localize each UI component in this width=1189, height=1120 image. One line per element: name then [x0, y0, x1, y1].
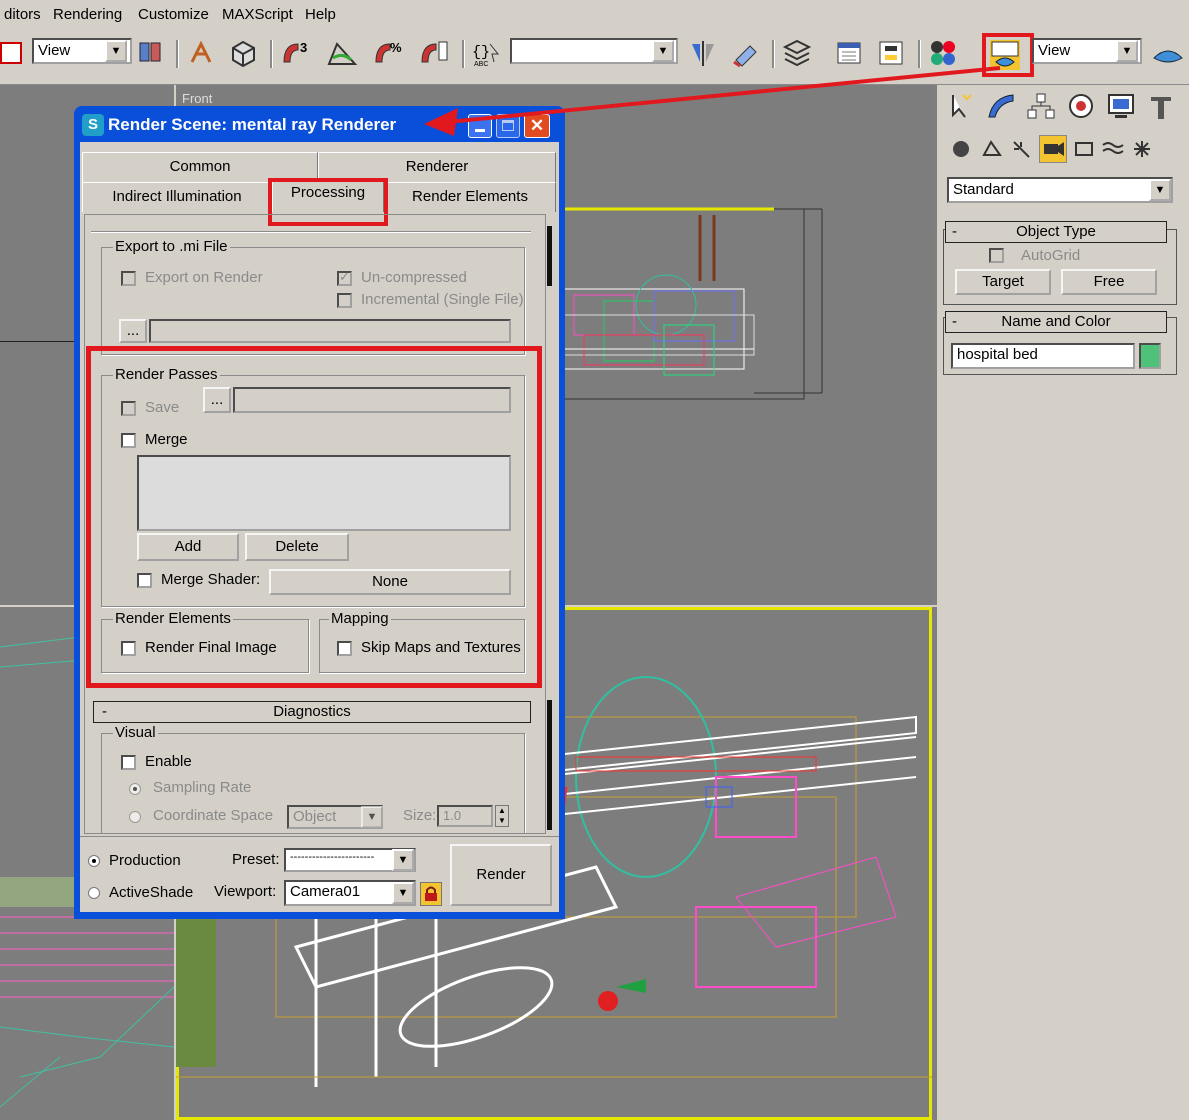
- angle-snap-icon[interactable]: [325, 38, 358, 68]
- viewport-label: Front: [182, 91, 213, 106]
- uncompressed-label: Un-compressed: [361, 269, 467, 286]
- hierarchy-tab-icon[interactable]: [1025, 91, 1059, 121]
- render-button[interactable]: Render: [450, 844, 552, 906]
- coordinate-space-label: Coordinate Space: [153, 807, 274, 824]
- category-dropdown[interactable]: Standard: [947, 177, 1173, 203]
- uncompressed-checkbox[interactable]: [337, 269, 352, 286]
- menu-customize[interactable]: Customize: [138, 6, 209, 23]
- chevron-down-icon[interactable]: ▼: [361, 806, 383, 828]
- space-warps-icon[interactable]: [1101, 139, 1125, 163]
- size-label: Size:: [403, 807, 437, 824]
- chevron-down-icon[interactable]: ▼: [105, 40, 127, 62]
- activeshade-radio[interactable]: [88, 887, 100, 899]
- coordinate-space-radio[interactable]: [129, 811, 141, 823]
- name-color-header[interactable]: - Name and Color: [945, 311, 1167, 333]
- tab-render-elements[interactable]: Render Elements: [384, 182, 556, 212]
- menu-bar: ditors Rendering Customize MAXScript Hel…: [0, 0, 1189, 30]
- sampling-rate-radio[interactable]: [129, 783, 141, 795]
- chevron-down-icon[interactable]: ▼: [1149, 179, 1171, 201]
- diagnostics-enable-label: Enable: [145, 753, 192, 770]
- tab-indirect-illumination[interactable]: Indirect Illumination: [82, 182, 272, 212]
- select-manipulate-icon[interactable]: [186, 38, 216, 68]
- quick-render-icon[interactable]: [1150, 38, 1183, 68]
- max-app-icon: S: [82, 114, 104, 136]
- lock-icon[interactable]: [420, 882, 442, 906]
- scrollbar-track[interactable]: [546, 224, 554, 834]
- svg-text:{}: {}: [472, 44, 490, 61]
- object-color-swatch[interactable]: [1139, 343, 1161, 369]
- export-path-field[interactable]: [149, 319, 511, 343]
- size-spinner-icon[interactable]: ▲ ▼: [495, 805, 509, 827]
- export-browse-button[interactable]: ...: [119, 319, 147, 343]
- menu-maxscript[interactable]: MAXScript: [222, 6, 293, 23]
- motion-tab-icon[interactable]: [1065, 91, 1099, 121]
- svg-text:%: %: [390, 40, 402, 55]
- sampling-rate-label: Sampling Rate: [153, 779, 252, 796]
- object-type-header[interactable]: - Object Type: [945, 221, 1167, 243]
- dialog-title: Render Scene: mental ray Renderer: [108, 115, 397, 134]
- visual-title: Visual: [113, 724, 158, 741]
- production-radio[interactable]: [88, 855, 100, 867]
- chevron-down-icon[interactable]: ▼: [392, 849, 414, 871]
- autogrid-label: AutoGrid: [1021, 247, 1081, 264]
- display-tab-icon[interactable]: [1105, 91, 1139, 121]
- cameras-icon[interactable]: [1039, 135, 1067, 163]
- category-value: Standard: [953, 181, 1014, 198]
- percent-snap-icon[interactable]: %: [372, 38, 402, 68]
- annotation-arrow: [424, 66, 1001, 136]
- snap-toggle-icon[interactable]: 3: [280, 38, 310, 68]
- lights-icon[interactable]: [1011, 139, 1033, 163]
- viewport-label: Viewport:: [214, 883, 277, 900]
- target-button[interactable]: Target: [955, 269, 1051, 295]
- incremental-label: Incremental (Single File): [361, 291, 524, 308]
- object-name-field[interactable]: hospital bed: [951, 343, 1135, 369]
- scrollbar-thumb[interactable]: [547, 226, 552, 286]
- export-on-render-label: Export on Render: [145, 269, 263, 286]
- diagnostics-rollout-header[interactable]: - Diagnostics: [93, 701, 531, 723]
- size-field[interactable]: 1.0: [437, 805, 493, 827]
- menu-editors[interactable]: ditors: [4, 6, 41, 23]
- free-button[interactable]: Free: [1061, 269, 1157, 295]
- highlight-render-passes: [86, 346, 542, 688]
- svg-text:3: 3: [300, 40, 307, 55]
- pivot-center-icon[interactable]: [136, 38, 166, 68]
- chevron-down-icon[interactable]: ▼: [1116, 40, 1138, 62]
- incremental-checkbox[interactable]: [337, 293, 352, 308]
- chevron-down-icon[interactable]: ▼: [392, 882, 414, 904]
- activeshade-label: ActiveShade: [109, 884, 194, 901]
- preset-label: Preset:: [232, 851, 280, 868]
- helpers-icon[interactable]: [1073, 139, 1095, 163]
- keyboard-shortcut-icon[interactable]: [228, 38, 258, 68]
- utilities-tab-icon[interactable]: [1145, 91, 1179, 121]
- select-region-icon[interactable]: [0, 42, 22, 64]
- systems-icon[interactable]: [1131, 139, 1153, 163]
- export-on-render-checkbox[interactable]: [121, 271, 136, 286]
- menu-help[interactable]: Help: [305, 6, 336, 23]
- chevron-down-icon[interactable]: ▼: [652, 40, 674, 62]
- front-viewport-wireframe: [564, 207, 823, 400]
- menu-rendering[interactable]: Rendering: [53, 6, 122, 23]
- export-mi-title: Export to .mi File: [113, 238, 230, 255]
- diagnostics-enable-checkbox[interactable]: [121, 755, 136, 770]
- reference-coordinate-value: View: [38, 42, 71, 59]
- command-panel: Standard ▼ - Object Type AutoGrid Target…: [937, 85, 1189, 1120]
- production-label: Production: [109, 852, 181, 869]
- autogrid-checkbox[interactable]: [989, 248, 1004, 263]
